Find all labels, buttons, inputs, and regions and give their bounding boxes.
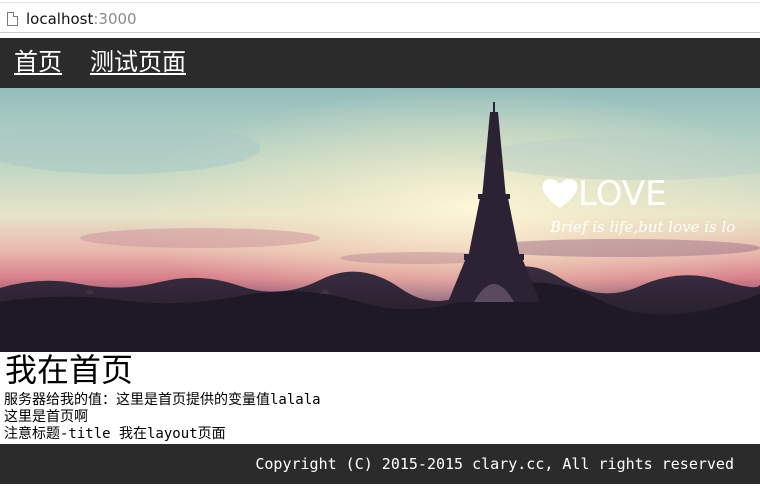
- banner-love-text: LOVE: [578, 174, 667, 214]
- banner-tagline: Brief is life,but love is lo: [549, 218, 735, 236]
- url-text[interactable]: localhost:3000: [26, 10, 137, 28]
- layout-note-text: 注意标题-title 我在layout页面: [4, 426, 226, 442]
- banner-image: LOVE Brief is life,but love is lo: [0, 88, 760, 352]
- url-host: localhost: [26, 10, 94, 28]
- server-value-text: 服务器给我的值：这里是首页提供的变量值lalala: [4, 392, 321, 408]
- banner-illustration: LOVE Brief is life,but love is lo: [0, 88, 760, 352]
- site-navbar: 首页 测试页面: [0, 38, 760, 88]
- url-field[interactable]: localhost:3000: [0, 2, 760, 33]
- copyright-text: Copyright (C) 2015-2015 clary.cc, All ri…: [255, 455, 734, 473]
- nav-link-home[interactable]: 首页: [14, 48, 62, 76]
- homepage-text: 这里是首页啊: [4, 409, 88, 425]
- page-icon: [7, 12, 18, 26]
- url-port: :3000: [93, 10, 137, 28]
- nav-link-test-page[interactable]: 测试页面: [90, 48, 186, 76]
- browser-address-bar: localhost:3000: [0, 0, 760, 36]
- site-footer: Copyright (C) 2015-2015 clary.cc, All ri…: [0, 444, 760, 484]
- page-title: 我在首页: [5, 351, 134, 389]
